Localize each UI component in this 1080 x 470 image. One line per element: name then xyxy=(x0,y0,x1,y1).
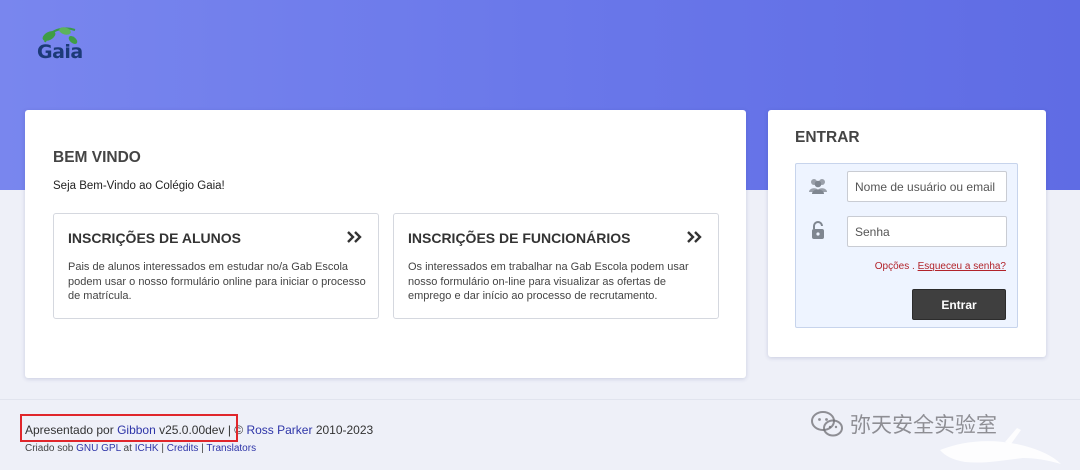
student-admissions-title[interactable]: INSCRIÇÕES DE ALUNOS xyxy=(68,230,241,246)
forgot-password-link[interactable]: Esqueceu a senha? xyxy=(918,261,1006,272)
created-under-label: Criado sob xyxy=(25,443,77,454)
author-link[interactable]: Ross Parker xyxy=(246,423,312,437)
ichk-link[interactable]: ICHK xyxy=(135,443,159,454)
welcome-title: BEM VINDO xyxy=(53,149,141,166)
lock-icon xyxy=(812,221,824,239)
login-title: ENTRAR xyxy=(795,129,860,146)
translators-link[interactable]: Translators xyxy=(206,443,256,454)
logo-text: Gaia xyxy=(37,41,83,63)
welcome-intro: Seja Bem-Vindo ao Colégio Gaia! xyxy=(53,180,225,192)
student-admissions-description: Pais de alunos interessados em estudar n… xyxy=(68,261,366,302)
copyright-years: 2010-2023 xyxy=(312,423,374,437)
username-input[interactable] xyxy=(847,171,1007,202)
diver-silhouette-icon xyxy=(940,428,1061,464)
login-form: Opções . Esqueceu a senha? Entrar xyxy=(795,163,1018,328)
double-chevron-right-icon[interactable] xyxy=(686,231,702,243)
staff-applications-description: Os interessados em trabalhar na Gab Esco… xyxy=(408,261,689,302)
options-link[interactable]: Opções xyxy=(875,261,909,272)
credits-link[interactable]: Credits xyxy=(167,443,199,454)
at-label: at xyxy=(120,443,135,454)
staff-applications-card[interactable]: INSCRIÇÕES DE FUNCIONÁRIOS Os interessad… xyxy=(393,213,719,319)
login-button[interactable]: Entrar xyxy=(912,289,1006,320)
links-separator: . xyxy=(909,261,918,272)
login-panel: ENTRAR Opções . Esqueceu a senha? Entrar xyxy=(768,110,1046,357)
student-admissions-card[interactable]: INSCRIÇÕES DE ALUNOS Pais de alunos inte… xyxy=(53,213,379,319)
welcome-panel: BEM VINDO Seja Bem-Vindo ao Colégio Gaia… xyxy=(25,110,746,378)
double-chevron-right-icon[interactable] xyxy=(346,231,362,243)
chat-bubble-icon xyxy=(811,411,843,437)
staff-applications-title[interactable]: INSCRIÇÕES DE FUNCIONÁRIOS xyxy=(408,230,630,246)
login-links: Opções . Esqueceu a senha? xyxy=(875,261,1006,272)
license-link[interactable]: GNU GPL xyxy=(76,443,121,454)
footer-separator: | xyxy=(158,443,167,454)
users-icon xyxy=(809,179,827,194)
footer-divider xyxy=(0,399,1080,400)
school-logo[interactable]: Gaia xyxy=(35,22,87,66)
footer-license: Criado sob GNU GPL at ICHK | Credits | T… xyxy=(25,443,256,454)
version-highlight-box xyxy=(20,414,238,442)
password-input[interactable] xyxy=(847,216,1007,247)
